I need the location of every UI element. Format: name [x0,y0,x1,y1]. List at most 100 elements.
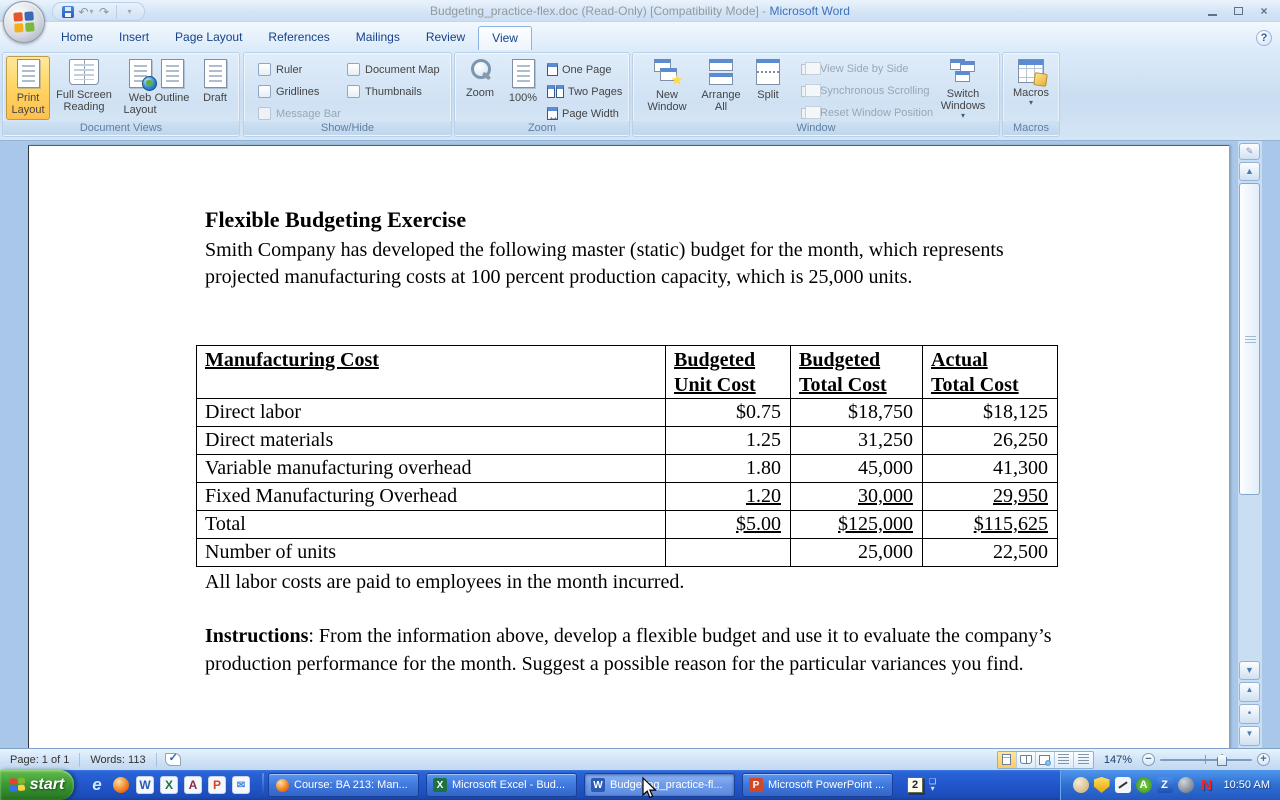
view-side-by-side-icon [801,64,815,75]
split-button[interactable]: Split [749,56,787,120]
new-window-button[interactable]: New Window [641,56,693,120]
zoom-percentage[interactable]: 147% [1100,754,1136,766]
access-icon[interactable]: A [184,776,202,794]
tab-references[interactable]: References [255,26,342,50]
arrange-all-button[interactable]: Arrange All [695,56,747,120]
switch-windows-button[interactable]: Switch Windows ▾ [933,56,993,120]
excel-icon[interactable]: X [160,776,178,794]
tray-icon-tools[interactable] [1115,777,1131,793]
tray-icon-volume[interactable] [1178,777,1194,793]
ruler-checkbox-icon[interactable] [258,63,271,76]
restore-button[interactable] [1230,4,1246,18]
two-pages-button[interactable]: Two Pages [547,85,622,98]
tray-icon-messenger[interactable] [1073,777,1089,793]
group-show-hide: Ruler Gridlines Message Bar Document Map… [243,52,452,137]
group-label-macros: Macros [1003,121,1059,135]
status-full-screen-button[interactable] [1017,752,1036,768]
header-manufacturing-cost: Manufacturing Cost [197,346,666,399]
help-button[interactable]: ? [1256,30,1272,46]
language-indicator[interactable]: 2 [907,777,923,793]
restore-icon [1234,7,1243,15]
mouse-cursor [638,776,660,800]
word-icon[interactable]: W [136,776,154,794]
taskbar-clock[interactable]: 10:50 AM [1220,779,1270,791]
minimize-button[interactable] [1204,4,1220,18]
zoom-button[interactable]: Zoom [459,56,501,120]
draft-button[interactable]: Draft [195,56,235,120]
scroll-up-button[interactable]: ▲ [1239,162,1260,181]
group-label-document-views: Document Views [3,121,239,135]
document-content[interactable]: Flexible Budgeting Exercise Smith Compan… [28,145,1229,748]
zoom-slider-thumb[interactable] [1217,754,1227,766]
group-document-views: Print Layout Full Screen Reading Web Lay… [2,52,240,137]
system-tray: A Z N 10:50 AM [1060,770,1280,800]
zoom-slider-track[interactable] [1160,753,1252,766]
magnifier-icon [469,59,491,83]
tab-insert[interactable]: Insert [106,26,162,50]
zoom-in-button[interactable]: + [1257,753,1270,766]
word-count[interactable]: Words: 113 [80,754,155,766]
mail-icon[interactable]: ✉ [232,776,250,794]
ribbon-tab-row: Home Insert Page Layout References Maili… [0,22,1280,50]
select-browse-object-button[interactable]: • [1239,704,1260,724]
tab-mailings[interactable]: Mailings [343,26,413,50]
view-ruler-toggle-button[interactable]: ✎ [1239,143,1260,160]
tray-icon-security-shield[interactable] [1094,777,1110,793]
page-width-button[interactable]: ↔ Page Width [547,107,619,120]
internet-explorer-icon[interactable]: e [88,776,106,794]
one-page-button[interactable]: One Page [547,63,612,76]
taskbar-button-excel[interactable]: X Microsoft Excel - Bud... [426,773,577,797]
tab-home[interactable]: Home [48,26,106,50]
full-screen-reading-label: Full Screen Reading [53,89,115,113]
outline-button[interactable]: Outline [149,56,195,120]
vertical-scrollbar[interactable]: ✎ ▲ ▼ ▲ • ▼ [1238,141,1262,748]
zoom-out-button[interactable]: − [1142,753,1155,766]
title-bar: ↶▾ ↷ ▾ Budgeting_practice-flex.doc (Read… [0,0,1280,22]
status-print-layout-button[interactable] [998,752,1017,768]
proofing-status-icon[interactable] [165,753,181,766]
status-web-layout-button[interactable] [1036,752,1055,768]
tab-review[interactable]: Review [413,26,478,50]
checkbox-thumbnails[interactable]: Thumbnails [347,85,422,98]
draft-icon [204,59,227,88]
next-page-button[interactable]: ▼ [1239,726,1260,746]
language-options-button[interactable]: ❑▾ [929,778,936,792]
status-outline-button[interactable] [1055,752,1074,768]
full-screen-reading-button[interactable]: Full Screen Reading [53,56,115,120]
print-layout-button[interactable]: Print Layout [6,56,50,120]
taskbar-button-powerpoint[interactable]: P Microsoft PowerPoint ... [742,773,893,797]
tray-icon-z-app[interactable]: Z [1157,777,1173,793]
office-button[interactable] [3,1,45,43]
checkbox-gridlines[interactable]: Gridlines [258,85,319,98]
app-title: Microsoft Word [770,4,850,18]
status-draft-button[interactable] [1074,752,1093,768]
thumbnails-checkbox-icon[interactable] [347,85,360,98]
taskbar-button-firefox[interactable]: Course: BA 213: Man... [268,773,419,797]
tray-icon-antivirus[interactable]: A [1136,777,1152,793]
checkbox-ruler[interactable]: Ruler [258,63,302,76]
windows-flag-icon [10,777,26,793]
firefox-icon[interactable] [112,776,130,794]
page-indicator[interactable]: Page: 1 of 1 [0,754,79,766]
cell-label: Number of units [197,539,666,567]
help-icon: ? [1261,32,1268,44]
print-layout-label: Print Layout [7,92,49,116]
synchronous-scrolling-icon [801,86,815,97]
start-label: start [30,776,65,794]
gridlines-checkbox-icon[interactable] [258,85,271,98]
close-button[interactable]: × [1256,4,1272,18]
macros-icon [1018,59,1044,83]
macros-button[interactable]: Macros ▾ [1009,56,1053,120]
powerpoint-icon[interactable]: P [208,776,226,794]
document-map-checkbox-icon[interactable] [347,63,360,76]
scrollbar-thumb[interactable] [1239,183,1260,495]
scroll-down-button[interactable]: ▼ [1239,661,1260,680]
ruler-label: Ruler [276,64,302,76]
zoom-100-button[interactable]: 100% [503,56,543,120]
tab-view[interactable]: View [478,26,532,50]
checkbox-document-map[interactable]: Document Map [347,63,440,76]
previous-page-button[interactable]: ▲ [1239,682,1260,702]
start-button[interactable]: start [0,770,74,800]
tray-icon-norton[interactable]: N [1199,777,1215,793]
tab-page-layout[interactable]: Page Layout [162,26,255,50]
